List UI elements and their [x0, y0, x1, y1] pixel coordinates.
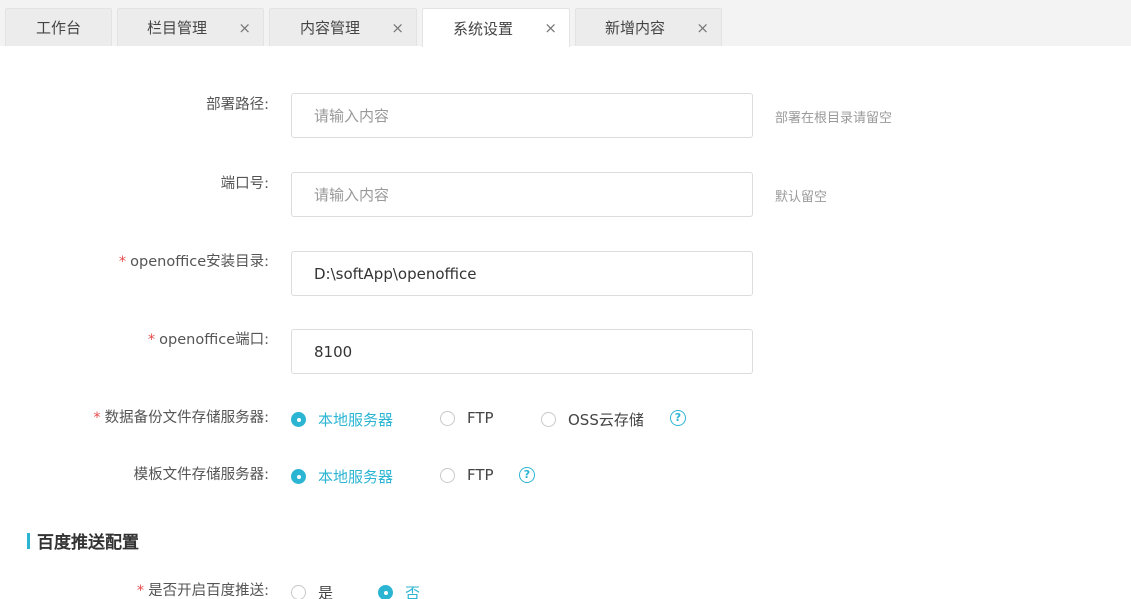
- close-icon[interactable]: ×: [391, 19, 404, 37]
- required-mark: *: [93, 410, 101, 426]
- baidu-push-section-header: 百度推送配置: [27, 528, 139, 553]
- openoffice-port-label-text: openoffice端口:: [159, 332, 269, 348]
- openoffice-dir-label: * openoffice安装目录:: [119, 250, 269, 271]
- radio-dot: [378, 585, 393, 599]
- radio-dot: [440, 410, 455, 426]
- radio-dot: [541, 412, 556, 427]
- backup-server-oss-radio[interactable]: OSS云存储: [541, 409, 644, 430]
- radio-label: 本地服务器: [318, 468, 394, 486]
- radio-label: 本地服务器: [318, 411, 394, 429]
- backup-server-local-radio[interactable]: 本地服务器: [291, 409, 393, 430]
- help-icon[interactable]: ?: [519, 467, 535, 483]
- tab-new-content[interactable]: 新增内容 ×: [575, 8, 722, 46]
- tab-system-settings[interactable]: 系统设置 ×: [422, 8, 570, 47]
- openoffice-port-input[interactable]: [291, 329, 753, 374]
- help-icon[interactable]: ?: [670, 410, 686, 426]
- deploy-path-input[interactable]: [291, 93, 753, 138]
- radio-dot: [291, 412, 306, 427]
- enable-push-yes-radio[interactable]: 是: [291, 582, 333, 599]
- openoffice-dir-label-text: openoffice安装目录:: [130, 254, 269, 270]
- template-server-ftp-radio[interactable]: FTP: [440, 466, 494, 484]
- tab-bar: 工作台 栏目管理 × 内容管理 × 系统设置 × 新增内容 ×: [0, 0, 1131, 47]
- enable-push-label: * 是否开启百度推送:: [137, 579, 269, 599]
- close-icon[interactable]: ×: [238, 19, 251, 37]
- enable-push-no-radio[interactable]: 否: [378, 582, 420, 599]
- backup-server-label-text: 数据备份文件存储服务器:: [104, 410, 269, 426]
- tab-content-management[interactable]: 内容管理 ×: [269, 8, 417, 46]
- port-label: 端口号:: [220, 176, 269, 192]
- template-server-local-radio[interactable]: 本地服务器: [291, 466, 393, 487]
- tab-label: 工作台: [36, 19, 82, 37]
- enable-push-label-text: 是否开启百度推送:: [148, 583, 269, 599]
- required-mark: *: [147, 332, 156, 348]
- radio-label: 是: [318, 584, 334, 599]
- required-mark: *: [118, 254, 127, 270]
- radio-dot: [291, 469, 306, 484]
- deploy-path-label: 部署路径:: [206, 97, 269, 113]
- required-mark: *: [136, 583, 145, 599]
- radio-label: OSS云存储: [568, 411, 644, 429]
- section-accent-bar: [27, 532, 30, 549]
- close-icon[interactable]: ×: [696, 19, 709, 37]
- section-title: 百度推送配置: [37, 533, 139, 553]
- port-hint: 默认留空: [775, 190, 828, 205]
- port-input[interactable]: [291, 172, 753, 217]
- deploy-path-hint: 部署在根目录请留空: [775, 111, 893, 126]
- radio-dot: [440, 467, 455, 483]
- radio-label: 否: [405, 584, 421, 599]
- radio-dot: [291, 585, 306, 599]
- openoffice-dir-input[interactable]: [291, 251, 753, 296]
- openoffice-port-label: * openoffice端口:: [148, 328, 269, 349]
- backup-server-label: * 数据备份文件存储服务器:: [93, 406, 269, 427]
- radio-label: FTP: [467, 466, 494, 484]
- radio-label: FTP: [467, 409, 494, 427]
- close-icon[interactable]: ×: [544, 19, 557, 37]
- tab-column-management[interactable]: 栏目管理 ×: [117, 8, 264, 46]
- template-server-label: 模板文件存储服务器:: [133, 467, 269, 483]
- tab-workbench[interactable]: 工作台: [5, 8, 112, 46]
- backup-server-ftp-radio[interactable]: FTP: [440, 409, 494, 427]
